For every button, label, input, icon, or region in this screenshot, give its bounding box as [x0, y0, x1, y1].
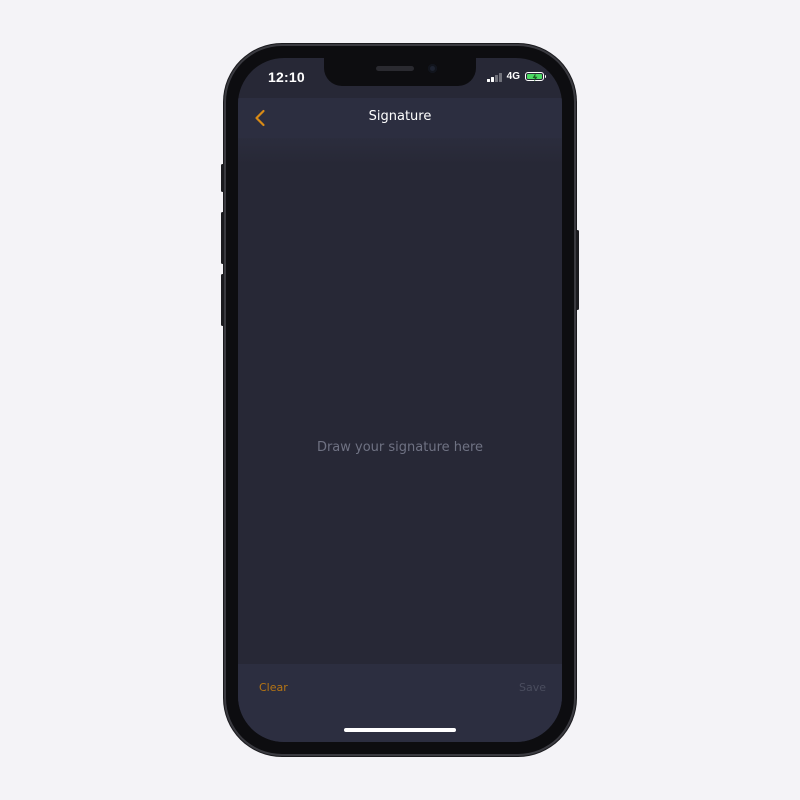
volume-up-button — [221, 212, 224, 264]
navigation-bar: Signature — [238, 98, 562, 138]
front-camera-icon — [428, 64, 437, 73]
signature-placeholder: Draw your signature here — [316, 440, 484, 455]
save-button[interactable]: Save — [519, 681, 546, 694]
signature-canvas[interactable]: Draw your signature here — [238, 138, 562, 664]
home-indicator[interactable] — [344, 728, 456, 732]
page-background: 12:10 4G Signature Draw your signature h… — [0, 0, 800, 800]
phone-screen: 12:10 4G Signature Draw your signature h… — [238, 58, 562, 742]
status-time: 12:10 — [268, 69, 305, 85]
volume-down-button — [221, 274, 224, 326]
network-type: 4G — [506, 71, 520, 82]
power-button — [576, 230, 579, 310]
page-title: Signature — [368, 109, 432, 124]
speaker-grille — [376, 66, 414, 71]
clear-button[interactable]: Clear — [259, 681, 288, 694]
mute-switch — [221, 164, 224, 192]
cellular-signal-icon — [487, 72, 502, 82]
phone-frame: 12:10 4G Signature Draw your signature h… — [221, 44, 579, 756]
notch — [324, 58, 476, 86]
battery-charging-icon — [525, 72, 546, 82]
canvas-top-shade — [238, 138, 562, 164]
status-indicators: 4G — [487, 71, 546, 82]
